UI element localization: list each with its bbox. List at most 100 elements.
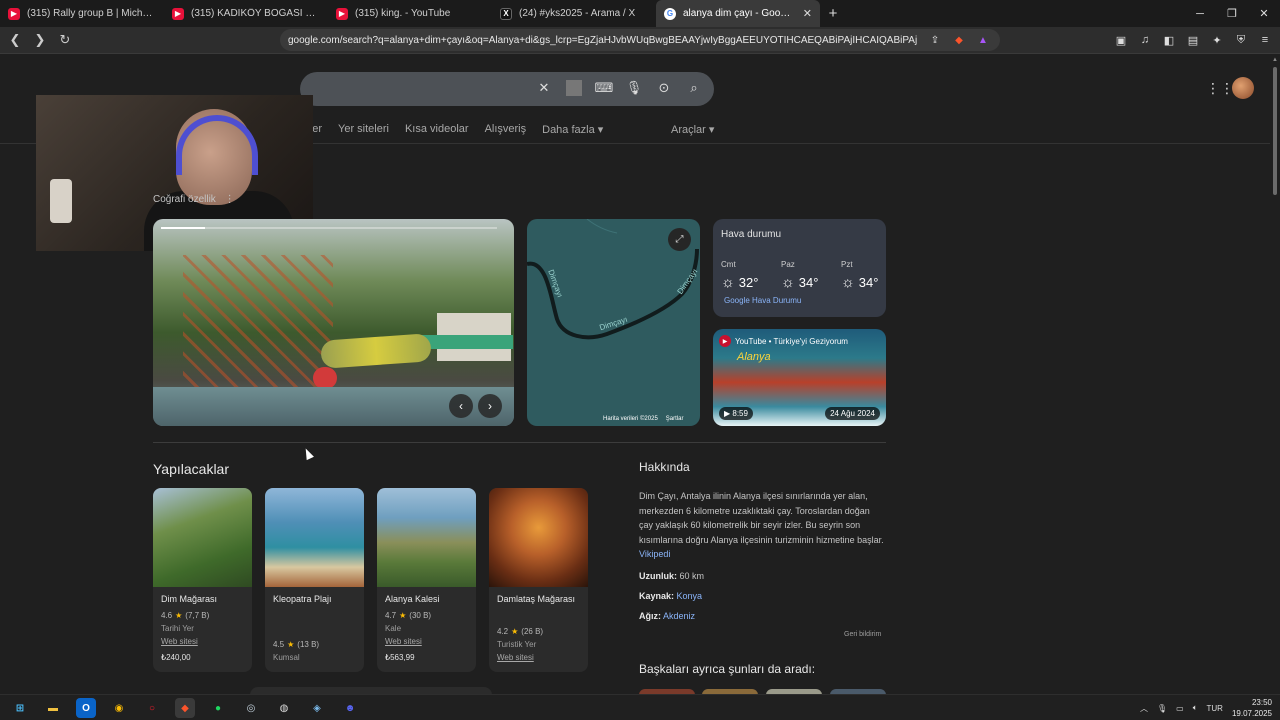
share-icon[interactable]: ⇪ — [928, 33, 942, 47]
browser-tab[interactable]: ▶ (315) Rally group B | Michèle Mouton — [0, 0, 164, 27]
leo-ai-icon[interactable]: ✦ — [1210, 31, 1224, 49]
menu-icon[interactable]: ≡ — [1258, 31, 1272, 49]
review-count: (13 B) — [297, 640, 320, 649]
browser-tab[interactable]: ▶ (315) king. - YouTube — [328, 0, 492, 27]
place-card[interactable]: Kleopatra Plajı 4.5 ★ (13 B) Kumsal — [265, 488, 364, 672]
obs-icon[interactable]: ◍ — [274, 698, 294, 718]
opera-icon[interactable]: ○ — [142, 698, 162, 718]
feedback-link[interactable]: Geri bildirim — [844, 631, 881, 638]
scroll-up-icon[interactable]: ▲ — [1272, 57, 1278, 63]
expand-map-icon[interactable]: ⤢ — [668, 228, 691, 251]
search-tools-button[interactable]: Araçlar ▾ — [671, 123, 714, 136]
spotify-icon[interactable]: ● — [208, 698, 228, 718]
weather-link[interactable]: Google Hava Durumu — [724, 296, 801, 305]
browser-tab-active[interactable]: G alanya dim çayı - Google'da Ara ✕ — [656, 0, 820, 27]
forward-icon[interactable]: ❯ — [30, 30, 50, 50]
map-terms-link[interactable]: Şartlar — [666, 416, 684, 422]
sidebar-icon[interactable]: ◧ — [1162, 31, 1176, 49]
brave-shield-icon[interactable]: ◆ — [952, 33, 966, 47]
photo-scaffold — [183, 255, 333, 395]
back-icon[interactable]: ❮ — [5, 30, 25, 50]
chevron-up-icon[interactable]: ︿ — [1140, 703, 1148, 714]
website-link[interactable]: Web sitesi — [497, 653, 534, 662]
taskbar-apps: ⊞ ▬ O ◉ ○ ◆ ● ◎ ◍ ◈ ☻ — [10, 698, 360, 718]
weather-card[interactable]: Hava durumu Cmt ☼ 32° Paz ☼ 34° Pzt ☼ 34° G… — [713, 219, 886, 317]
outlook-icon[interactable]: O — [76, 698, 96, 718]
youtube-icon: ▶ — [8, 7, 20, 20]
sun-icon: ☼ — [721, 274, 735, 291]
filter-item[interactable]: Alışveriş — [485, 123, 527, 136]
carousel-prev-button[interactable]: ‹ — [449, 394, 473, 418]
weather-forecast: Cmt ☼ 32° Paz ☼ 34° Pzt ☼ 34° — [721, 260, 881, 291]
carousel-next-button[interactable]: › — [478, 394, 502, 418]
search-box[interactable]: ✕ ⌨ 🎙︎ ⊙ ⌕ — [300, 72, 714, 106]
browser-tab[interactable]: X (24) #yks2025 - Arama / X — [492, 0, 656, 27]
keyboard-icon[interactable]: ⌨ — [595, 80, 614, 96]
fact-link[interactable]: Akdeniz — [663, 611, 695, 621]
place-type: Turistik Yer — [497, 640, 537, 649]
close-window-icon[interactable]: ✕ — [1248, 0, 1280, 27]
video-thumbnail[interactable]: ▶ YouTube • Türkiye'yi Geziyorum Alanya … — [713, 329, 886, 426]
close-tab-icon[interactable]: ✕ — [803, 7, 812, 20]
section-divider — [153, 442, 886, 443]
reload-icon[interactable]: ↻ — [55, 30, 75, 50]
website-link[interactable]: Web sitesi — [161, 637, 198, 646]
website-link[interactable]: Web sitesi — [385, 637, 422, 646]
sun-icon: ☼ — [781, 274, 795, 291]
music-icon[interactable]: ♫ — [1138, 31, 1152, 49]
wallet-icon[interactable]: ▤ — [1186, 31, 1200, 49]
filter-item[interactable]: Yer siteleri — [338, 123, 389, 136]
fact-link[interactable]: Konya — [677, 591, 703, 601]
place-card[interactable]: Damlataş Mağarası 4.2 ★ (26 B) Turistik Ye… — [489, 488, 588, 672]
network-icon[interactable]: ▭ — [1176, 704, 1184, 713]
language-indicator[interactable]: TUR — [1207, 704, 1223, 713]
microphone-icon[interactable]: 🎙︎ — [1157, 704, 1167, 713]
screenshot-icon[interactable]: ▣ — [1114, 31, 1128, 49]
app-icon[interactable]: ◈ — [307, 698, 327, 718]
discord-icon[interactable]: ☻ — [340, 698, 360, 718]
brave-rewards-icon[interactable]: ▲ — [976, 33, 990, 47]
system-clock[interactable]: 23:50 19.07.2025 — [1232, 697, 1272, 719]
photo-carousel[interactable]: ‹ › — [153, 219, 514, 426]
vpn-icon[interactable]: ⛨ — [1234, 31, 1248, 49]
wikipedia-link[interactable]: Vikipedi — [639, 549, 670, 559]
clear-search-icon[interactable]: ✕ — [536, 80, 552, 96]
browser-tab[interactable]: ▶ (315) KADIKÖY BOĞASI EV ZİYARETİ — [164, 0, 328, 27]
place-card[interactable]: Dim Mağarası 4.6 ★ (7,7 B) Tarihi Yer Web … — [153, 488, 252, 672]
windows-start-icon[interactable]: ⊞ — [10, 698, 30, 718]
avatar[interactable] — [1232, 77, 1254, 99]
place-price: ₺563,99 — [385, 653, 415, 662]
google-apps-icon[interactable]: ⋮⋮ — [1206, 80, 1234, 97]
entity-category: Coğrafi özellik ⋮ — [153, 194, 235, 205]
file-explorer-icon[interactable]: ▬ — [43, 698, 63, 718]
place-image — [489, 488, 588, 587]
window-controls: ─ ❐ ✕ — [1184, 0, 1280, 27]
filter-item[interactable]: Kısa videolar — [405, 123, 469, 136]
new-tab-button[interactable]: + — [822, 3, 844, 25]
fact-value: 60 km — [679, 571, 705, 581]
microphone-icon[interactable]: 🎙︎ — [626, 80, 643, 96]
day-name: Pzt — [841, 260, 853, 269]
scrollbar-thumb[interactable] — [1273, 67, 1277, 195]
review-count: (7,7 B) — [185, 611, 210, 620]
steam-icon[interactable]: ◎ — [241, 698, 261, 718]
carousel-progress-fill — [161, 227, 205, 229]
brave-icon[interactable]: ◆ — [175, 698, 195, 718]
restore-icon[interactable]: ❐ — [1216, 0, 1248, 27]
day-name: Cmt — [721, 260, 736, 269]
place-card[interactable]: Alanya Kalesi 4.7 ★ (30 B) Kale Web sitesi… — [377, 488, 476, 672]
address-bar[interactable]: google.com/search?q=alanya+dim+çayı&oq=A… — [280, 29, 1000, 51]
more-options-icon[interactable]: ⋮ — [225, 194, 235, 205]
minimize-icon[interactable]: ─ — [1184, 0, 1216, 27]
chrome-icon[interactable]: ◉ — [109, 698, 129, 718]
carousel-progress — [161, 227, 497, 229]
filter-more[interactable]: Daha fazla ▾ — [542, 123, 603, 136]
page-scrollbar[interactable]: ▲ — [1270, 55, 1280, 694]
fact-source: Kaynak: Konya — [639, 591, 702, 601]
category-text: Coğrafi özellik — [153, 194, 216, 205]
map-thumbnail[interactable]: Dimçayı Dimçayı Dimçayı ⤢ Harita veriler… — [527, 219, 700, 426]
volume-icon[interactable]: 🔈︎ — [1193, 703, 1198, 713]
about-description: Dim Çayı, Antalya ilinin Alanya ilçesi s… — [639, 489, 886, 562]
search-icon[interactable]: ⌕ — [686, 80, 702, 96]
lens-icon[interactable]: ⊙ — [656, 80, 672, 96]
